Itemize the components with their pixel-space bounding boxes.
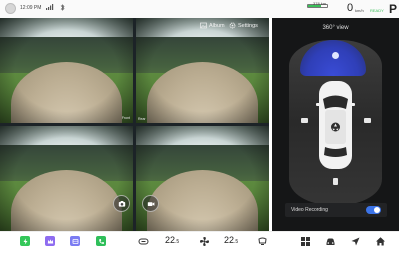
panel-title: 360° view <box>322 25 349 31</box>
surround-view-panel: 360° view Video Recording <box>272 18 399 231</box>
navigation-icon[interactable] <box>350 236 361 247</box>
bolt-icon <box>23 238 27 244</box>
bluetooth-icon <box>60 4 65 11</box>
signal-icon <box>46 4 54 10</box>
album-label: Album <box>209 22 225 29</box>
clock: 12:09 PM <box>20 5 42 11</box>
car-top-view[interactable] <box>316 79 355 171</box>
camera-label: Front <box>121 116 130 120</box>
app-phone[interactable] <box>96 236 106 246</box>
video-capture-button[interactable] <box>142 195 159 212</box>
steering-heat-icon[interactable] <box>138 236 149 247</box>
driver-temp-value: 22 <box>165 235 176 245</box>
avatar[interactable] <box>5 3 16 14</box>
camera-view-right[interactable] <box>136 126 269 231</box>
crown-icon <box>47 238 53 243</box>
app-green[interactable] <box>20 236 30 246</box>
seat-heat-icon[interactable] <box>257 236 268 247</box>
speed-unit: km/h <box>355 8 364 13</box>
driver-temperature[interactable]: 22.5 <box>165 235 179 245</box>
gear-indicator: P <box>389 2 398 16</box>
bottom-dock: 22.5 22.5 <box>0 231 399 255</box>
video-recording-row: Video Recording <box>285 203 387 217</box>
ready-status: READY <box>370 8 384 13</box>
front-camera-icon[interactable] <box>332 52 339 59</box>
camera-view-front[interactable]: Front <box>0 18 133 123</box>
video-icon <box>147 201 154 206</box>
video-recording-label: Video Recording <box>291 207 328 213</box>
app-purple[interactable] <box>45 236 55 246</box>
app-violet[interactable] <box>70 236 80 246</box>
camera-icon <box>118 200 125 207</box>
camera-capture-button[interactable] <box>113 195 130 212</box>
album-button[interactable]: Album <box>200 22 225 29</box>
settings-label: Settings <box>238 22 258 29</box>
grid-icon <box>72 238 78 244</box>
range-text: 378 km <box>313 1 327 6</box>
settings-button[interactable]: Settings <box>229 22 258 29</box>
status-bar: 12:09 PM 378 km 0 km/h READY P <box>0 0 399 18</box>
album-icon <box>200 22 207 29</box>
passenger-temperature[interactable]: 22.5 <box>224 235 238 245</box>
passenger-temp-value: 22 <box>224 235 235 245</box>
apps-grid-icon[interactable] <box>300 236 311 247</box>
passenger-temp-decimal: .5 <box>234 239 239 245</box>
rear-camera-icon[interactable] <box>333 178 338 185</box>
home-icon[interactable] <box>375 236 386 247</box>
speed-value: 0 <box>347 2 354 14</box>
right-camera-icon[interactable] <box>364 118 371 123</box>
video-recording-toggle[interactable] <box>366 206 381 214</box>
camera-view-rear[interactable]: Rear <box>136 18 269 123</box>
driver-temp-decimal: .5 <box>175 239 180 245</box>
phone-icon <box>98 238 104 244</box>
camera-grid: Front Rear Album Settings <box>0 18 269 231</box>
car-icon[interactable] <box>325 236 336 247</box>
camera-label: Rear <box>138 117 146 121</box>
camera-view-left[interactable] <box>0 126 133 231</box>
left-camera-icon[interactable] <box>301 118 308 123</box>
gear-icon <box>229 22 236 29</box>
fan-icon[interactable] <box>199 236 210 247</box>
